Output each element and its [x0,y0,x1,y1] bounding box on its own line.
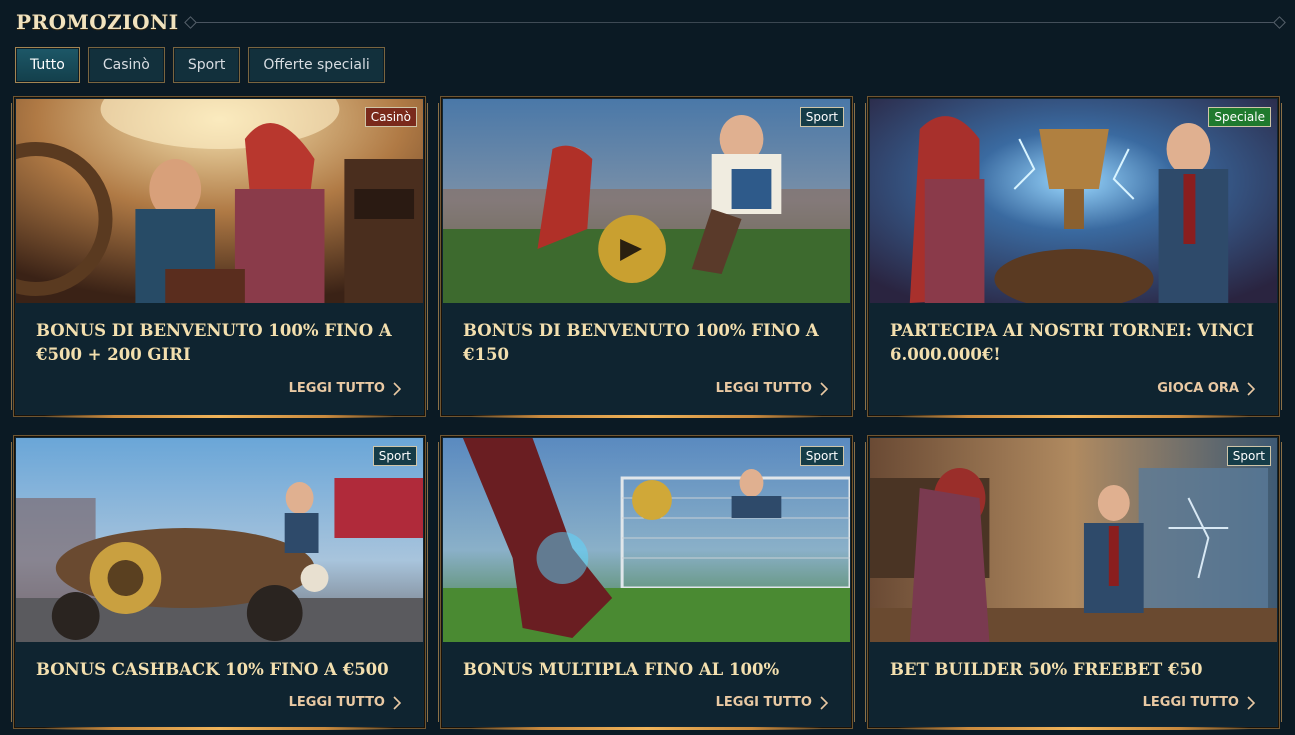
read-more-link[interactable]: LEGGI TUTTO [1143,695,1255,710]
read-more-label: LEGGI TUTTO [288,381,385,396]
promo-title: BONUS DI BENVENUTO 100% FINO A €150 [463,321,819,364]
promo-card-body: PARTECIPA AI NOSTRI TORNEI: VINCI 6.000.… [870,303,1277,414]
read-more-link[interactable]: LEGGI TUTTO [716,695,828,710]
chevron-right-icon [820,695,828,710]
promo-card-body: BET BUILDER 50% FREEBET €50 LEGGI TUTTO [870,642,1277,726]
promo-image-tournament[interactable]: Speciale [870,99,1277,303]
promo-card-body: BONUS CASHBACK 10% FINO A €500 LEGGI TUT… [16,642,423,726]
category-badge: Sport [799,446,844,466]
page-header: PROMOZIONI [16,8,1281,36]
promo-image-cashback[interactable]: Sport [16,438,423,642]
promo-card-body: BONUS MULTIPLA FINO AL 100% LEGGI TUTTO [443,642,850,726]
read-more-label: LEGGI TUTTO [715,381,812,396]
promo-image-bet-builder[interactable]: Sport [870,438,1277,642]
promo-card[interactable]: Sport BONUS CASHBACK 10% FINO A €500 LEG… [11,435,428,730]
promo-card[interactable]: Speciale PARTECIPA AI NOSTRI TORNEI: VIN… [865,96,1282,418]
promo-card[interactable]: Casinò BONUS DI BENVENUTO 100% FINO A €5… [11,96,428,418]
read-more-link[interactable]: LEGGI TUTTO [289,381,401,396]
read-more-label: LEGGI TUTTO [288,695,385,710]
read-more-label: LEGGI TUTTO [715,695,812,710]
promo-card-body: BONUS DI BENVENUTO 100% FINO A €150 LEGG… [443,303,850,414]
chevron-right-icon [820,381,828,396]
read-more-link[interactable]: LEGGI TUTTO [289,695,401,710]
category-badge: Sport [799,107,844,127]
category-badge: Casinò [364,107,417,127]
promo-title: BONUS DI BENVENUTO 100% FINO A €500 + 20… [36,321,392,364]
tab-tutto[interactable]: Tutto [15,47,80,83]
promo-card[interactable]: Sport BET BUILDER 50% FREEBET €50 LEGGI … [865,435,1282,730]
promo-title: BET BUILDER 50% FREEBET €50 [890,660,1203,679]
read-more-link[interactable]: LEGGI TUTTO [716,381,828,396]
promo-card[interactable]: Sport BONUS DI BENVENUTO 100% FINO A €15… [438,96,855,418]
tab-casino[interactable]: Casinò [87,47,165,83]
read-more-label: LEGGI TUTTO [1142,695,1239,710]
promo-image-multipla[interactable]: Sport [443,438,850,642]
page-title: PROMOZIONI [16,10,179,34]
play-now-link[interactable]: GIOCA ORA [1157,381,1255,396]
tab-offerte-speciali[interactable]: Offerte speciali [248,47,385,83]
chevron-right-icon [1247,695,1255,710]
promo-title: BONUS CASHBACK 10% FINO A €500 [36,660,389,679]
category-badge: Speciale [1208,107,1271,127]
title-divider [188,21,1281,23]
promo-card[interactable]: Sport BONUS MULTIPLA FINO AL 100% LEGGI … [438,435,855,730]
chevron-right-icon [393,695,401,710]
category-badge: Sport [372,446,417,466]
promo-card-body: BONUS DI BENVENUTO 100% FINO A €500 + 20… [16,303,423,414]
promotions-grid: Casinò BONUS DI BENVENUTO 100% FINO A €5… [11,96,1282,730]
promo-title: PARTECIPA AI NOSTRI TORNEI: VINCI 6.000.… [890,321,1255,364]
promo-title: BONUS MULTIPLA FINO AL 100% [463,660,780,679]
chevron-right-icon [1247,381,1255,396]
promo-image-football[interactable]: Sport [443,99,850,303]
filter-tabs: Tutto Casinò Sport Offerte speciali [15,47,385,83]
promo-image-casino[interactable]: Casinò [16,99,423,303]
category-badge: Sport [1226,446,1271,466]
play-now-label: GIOCA ORA [1157,381,1239,396]
tab-sport[interactable]: Sport [172,47,241,83]
chevron-right-icon [393,381,401,396]
